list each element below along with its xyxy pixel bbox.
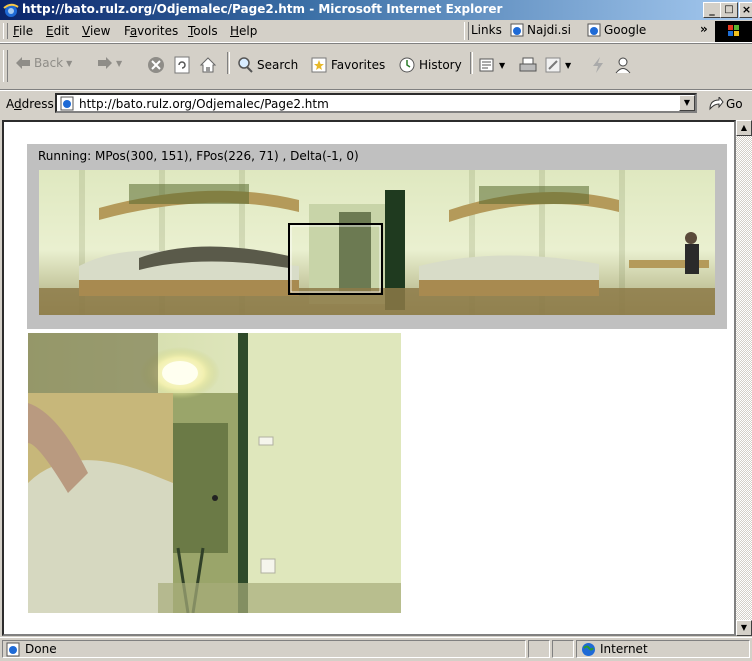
- ie-page-icon: [510, 23, 524, 37]
- address-dropdown-icon[interactable]: ▼: [679, 95, 695, 111]
- stop-icon[interactable]: [147, 56, 165, 74]
- standard-toolbar: Back ▼ ▼ Search Favorites History ▼ ▼: [0, 43, 752, 91]
- status-security-panel: [552, 640, 574, 658]
- edit-button[interactable]: ▼: [544, 56, 571, 74]
- search-icon: [238, 57, 253, 73]
- scroll-up-icon[interactable]: ▲: [736, 120, 752, 136]
- address-url: http://bato.rulz.org/Odjemalec/Page2.htm: [79, 97, 329, 111]
- address-label: Address: [6, 97, 54, 111]
- messenger-icon[interactable]: [614, 56, 632, 74]
- status-progress-panel: [528, 640, 550, 658]
- links-grip[interactable]: [464, 22, 469, 40]
- link-google-label: Google: [604, 23, 647, 37]
- history-button[interactable]: History: [398, 56, 462, 74]
- title-bar[interactable]: http://bato.rulz.org/Odjemalec/Page2.htm…: [0, 0, 752, 20]
- globe-icon: [582, 642, 595, 656]
- link-najdi[interactable]: Najdi.si: [510, 23, 571, 37]
- links-chevron[interactable]: »: [700, 22, 708, 36]
- toolbar-grip[interactable]: [3, 50, 8, 82]
- edit-page-icon: [545, 57, 561, 73]
- menubar-grip[interactable]: [3, 23, 8, 39]
- go-arrow-icon: [709, 97, 724, 111]
- back-label: Back: [34, 56, 64, 70]
- panorama-image[interactable]: [39, 170, 715, 315]
- mail-dropdown-icon[interactable]: ▼: [499, 61, 505, 70]
- toolbar-separator: [470, 52, 473, 74]
- zone-label: Internet: [600, 642, 648, 656]
- links-label: Links: [471, 23, 502, 37]
- back-button[interactable]: Back ▼: [15, 56, 72, 70]
- ie-page-icon: [6, 642, 20, 656]
- page-content: Running: MPos(300, 151), FPos(226, 71) ,…: [2, 120, 736, 636]
- scroll-down-icon[interactable]: ▼: [736, 620, 752, 636]
- mail-icon: [479, 58, 494, 72]
- print-icon[interactable]: [519, 56, 537, 74]
- favorites-label: Favorites: [331, 58, 386, 72]
- ie-page-icon: [587, 23, 601, 37]
- toolbar-separator: [227, 52, 230, 74]
- link-najdi-label: Najdi.si: [527, 23, 572, 37]
- address-bar: Address http://bato.rulz.org/Odjemalec/P…: [0, 89, 752, 118]
- window-title: http://bato.rulz.org/Odjemalec/Page2.htm…: [22, 2, 503, 16]
- menu-tools[interactable]: Tools: [188, 24, 218, 38]
- windows-logo-icon: [715, 21, 752, 42]
- menu-favorites[interactable]: Favorites: [124, 24, 178, 38]
- minimize-button[interactable]: _: [703, 2, 721, 18]
- forward-arrow-icon: [98, 57, 112, 69]
- menu-file[interactable]: File: [13, 24, 33, 38]
- zoomed-detail-image: [28, 333, 401, 613]
- menu-view[interactable]: View: [82, 24, 110, 38]
- menu-help[interactable]: Help: [230, 24, 257, 38]
- running-status: Running: MPos(300, 151), FPos(226, 71) ,…: [38, 149, 359, 163]
- favorites-icon: [311, 57, 327, 73]
- menu-bar: File Edit View Favorites Tools Help Link…: [0, 20, 752, 43]
- address-input[interactable]: http://bato.rulz.org/Odjemalec/Page2.htm…: [55, 93, 697, 113]
- refresh-icon[interactable]: [173, 56, 191, 74]
- forward-dropdown-icon[interactable]: ▼: [116, 59, 122, 68]
- ie-page-icon: [60, 96, 74, 111]
- history-label: History: [419, 58, 462, 72]
- edit-dropdown-icon[interactable]: ▼: [565, 61, 571, 70]
- status-text: Done: [25, 642, 57, 656]
- status-zone-panel: Internet: [576, 640, 750, 658]
- link-google[interactable]: Google: [587, 23, 646, 37]
- home-icon[interactable]: [199, 56, 217, 74]
- ie-logo-icon: [3, 3, 19, 17]
- go-button[interactable]: Go: [708, 97, 743, 111]
- menu-edit[interactable]: Edit: [46, 24, 69, 38]
- search-button[interactable]: Search: [236, 56, 298, 74]
- discuss-icon[interactable]: [590, 56, 606, 74]
- history-icon: [399, 57, 415, 73]
- mail-button[interactable]: ▼: [478, 56, 505, 74]
- panorama-panel: Running: MPos(300, 151), FPos(226, 71) ,…: [27, 144, 727, 329]
- back-dropdown-icon[interactable]: ▼: [66, 59, 72, 68]
- forward-button[interactable]: ▼: [97, 56, 122, 70]
- vertical-scrollbar[interactable]: ▲ ▼: [736, 120, 752, 636]
- status-panel: Done: [2, 640, 526, 658]
- favorites-button[interactable]: Favorites: [310, 56, 385, 74]
- status-bar: Done Internet: [0, 637, 752, 661]
- back-arrow-icon: [16, 57, 30, 69]
- search-label: Search: [257, 58, 299, 72]
- go-label: Go: [726, 97, 743, 111]
- maximize-button[interactable]: □: [720, 2, 738, 18]
- close-button[interactable]: ×: [739, 2, 752, 18]
